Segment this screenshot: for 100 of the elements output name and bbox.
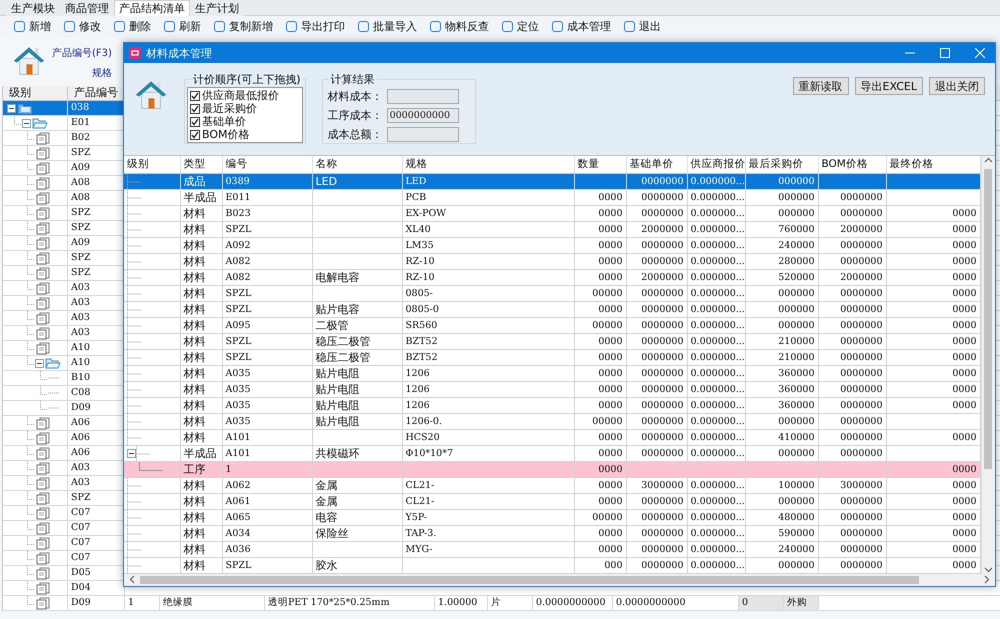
table-cell: CL21- (402, 493, 574, 509)
tree-line (127, 238, 141, 252)
toolbar-button[interactable]: 导出打印 (286, 19, 345, 34)
table-row[interactable]: 半成品 A101 共模磁环 Φ10*10*7 0000 0000000 0.000000... 000000 0000000 (124, 445, 980, 461)
table-row[interactable]: 材料 A061 金属 CL21- 0000 0000000 0.000000... 000000 0000000 0000 (124, 493, 980, 509)
toolbar-button[interactable]: 定位 (502, 19, 539, 34)
table-row[interactable]: 材料 A035 贴片电阻 1206 0000 0000000 0.000000... 360000 0000000 0000 (124, 381, 980, 397)
table-row[interactable]: 材料 SPZL 贴片电容 0805-0 0000 0000000 0.000000... 000000 0000000 0000 (124, 301, 980, 317)
table-row[interactable]: 材料 A062 金属 CL21- 0000 3000000 0.000000... 100000 3000000 0000 (124, 477, 980, 493)
checkbox[interactable] (190, 104, 200, 114)
table-cell: 0.000000... (687, 349, 745, 365)
table-cell: 材料 (180, 285, 222, 301)
table-cell: 0.000000... (687, 173, 745, 189)
toolbar-button[interactable]: 复制新增 (214, 19, 273, 34)
toolbar-button[interactable]: 新增 (14, 19, 51, 34)
toolbar-button[interactable]: 物料反查 (430, 19, 489, 34)
checkbox[interactable] (190, 130, 200, 140)
table-cell: 0000 (886, 397, 980, 413)
tree-line (27, 566, 34, 575)
table-cell: SR560 (402, 317, 574, 333)
tree-line (127, 542, 141, 556)
table-cell: 材料 (180, 317, 222, 333)
scroll-thumb[interactable] (984, 169, 992, 469)
table-cell: SPZL (222, 557, 312, 573)
toolbar-button[interactable]: 批量导入 (358, 19, 417, 34)
table-cell: 0000 (574, 221, 626, 237)
table-cell: 半成品 (180, 189, 222, 205)
collapse-icon[interactable] (7, 104, 16, 112)
table-row[interactable]: 材料 A035 贴片电阻 1206 0000 0000000 0.000000... 360000 0000000 0000 (124, 397, 980, 413)
table-cell: 590000 (745, 525, 818, 541)
table-row[interactable]: 材料 A101 HCS20 0000 0000000 0.000000... 410000 0000000 0000 (124, 429, 980, 445)
table-row[interactable]: 半成品 E011 PCB 0000 0000000 0.000000... 000000 0000000 (124, 189, 980, 205)
tree-line (127, 302, 141, 316)
table-row[interactable]: 材料 SPZL 稳压二极管 BZT52 0000 0000000 0.000000... 210000 0000000 0000 (124, 333, 980, 349)
table-cell: 0000 (574, 237, 626, 253)
table-row[interactable]: 材料 A065 电容 Y5P- 00000 0000000 0.000000... 480000 0000000 0000 (124, 509, 980, 525)
table-row[interactable]: 成品 0389 LED LED 0000000 0.000000... 000000 (124, 173, 980, 189)
scrollbar[interactable] (980, 156, 995, 574)
table-cell: 0000 (886, 237, 980, 253)
collapse-icon[interactable] (35, 358, 44, 368)
input-field[interactable]: 0000000000 (386, 108, 459, 123)
scroll-down-icon[interactable] (984, 564, 993, 574)
table-cell: 材料 (180, 429, 222, 445)
tree-line (27, 341, 34, 350)
table-cell: 0000 (574, 541, 626, 557)
collapse-icon[interactable] (127, 448, 136, 458)
table-cell: 0000 (574, 205, 626, 221)
tree-row[interactable]: D09 1 绝缘膜 透明PET 170*25*0.25mm 1.00000 片 0.0000000000 0.0000000000 0 外购 (3, 596, 1000, 611)
dialog-button[interactable]: 导出EXCEL (854, 77, 923, 95)
table-row[interactable]: 材料 A034 保险丝 TAP-3. 0000 0000000 0.000000... 590000 0000000 0000 (124, 525, 980, 541)
scroll-thumb[interactable] (140, 576, 919, 584)
table-row[interactable]: 材料 A035 贴片电阻 1206-0. 00000 0000000 0.000000... 000000 0000000 (124, 413, 980, 429)
scrollbar[interactable] (124, 574, 995, 586)
toolbar-button[interactable]: 成本管理 (552, 19, 611, 34)
table-row[interactable]: 材料 B023 EX-POW 0000 0000000 0.000000... 000000 0000000 0000 (124, 205, 980, 221)
table-cell: 透明PET 170*25*0.25mm (265, 596, 435, 610)
table-row[interactable]: 材料 A035 贴片电阻 1206 0000 0000000 0.000000... 360000 0000000 0000 (124, 365, 980, 381)
table-cell (818, 461, 886, 477)
toolbar-button[interactable]: 修改 (64, 19, 101, 34)
table-row[interactable]: 材料 SPZL 胶水 000 0000000 0.000000... 000000 0000000 0000 (124, 557, 980, 573)
table-row[interactable]: 材料 A082 电解电容 RZ-10 0000 2000000 0.000000... 520000 2000000 0000 (124, 269, 980, 285)
tree-line (27, 491, 34, 500)
table-cell: 0000 (886, 541, 980, 557)
table-cell: 0.000000... (687, 317, 745, 333)
table-cell: RZ-10 (402, 253, 574, 269)
scroll-up-icon[interactable] (984, 156, 993, 165)
toolbar-button[interactable]: 删除 (114, 19, 151, 34)
table-cell: 工序 (180, 461, 222, 477)
table-cell: 1206 (402, 381, 574, 397)
tab[interactable]: 生产计划 (190, 0, 244, 16)
tab[interactable]: 生产模块 (6, 0, 60, 16)
checkbox[interactable] (190, 90, 200, 100)
table-row[interactable]: 材料 SPZL 稳压二极管 BZT52 0000 0000000 0.000000... 210000 0000000 0000 (124, 349, 980, 365)
table-row[interactable]: 材料 A092 LM35 0000 0000000 0.000000... 240000 0000000 0000 (124, 237, 980, 253)
toolbar-button[interactable]: 刷新 (164, 19, 201, 34)
table-cell: 材料 (180, 541, 222, 557)
input-field[interactable] (386, 127, 459, 142)
table-row[interactable]: 材料 A095 二极管 SR560 00000 0000000 0.000000... 000000 0000000 0000 (124, 317, 980, 333)
table-row[interactable]: 材料 SPZL 0805- 00000 0000000 0.000000... 000000 0000000 0000 (124, 285, 980, 301)
table-row[interactable]: 材料 A082 RZ-10 0000 0000000 0.000000... 280000 0000000 0000 (124, 253, 980, 269)
open-folder-icon (32, 116, 48, 130)
collapse-icon[interactable] (22, 118, 31, 128)
scroll-left-icon[interactable] (128, 575, 136, 584)
dialog-button[interactable]: 重新读取 (792, 77, 849, 95)
table-row[interactable]: 材料 A036 MYG- 0000 0000000 0.000000... 240000 0000000 0000 (124, 541, 980, 557)
table-row[interactable]: 材料 SPZL XL40 0000 2000000 0.000000... 760000 2000000 0000 (124, 221, 980, 237)
toolbar-button[interactable]: 退出 (624, 19, 661, 34)
tab[interactable]: 商品管理 (60, 0, 114, 16)
table-cell: 0000 (886, 285, 980, 301)
tree-line (27, 446, 34, 455)
table-cell: 共模磁环 (312, 445, 402, 461)
table-cell: 胶水 (312, 557, 402, 573)
field-label: 成本总额： (328, 127, 383, 142)
input-field[interactable] (386, 89, 459, 104)
dialog-button[interactable]: 退出关闭 (929, 77, 985, 95)
table-row[interactable]: 工序 1 0000 0000 (124, 461, 980, 477)
table-cell: 0000 (574, 445, 626, 461)
tab[interactable]: 产品结构清单 (114, 0, 190, 16)
scroll-right-icon[interactable] (983, 575, 991, 584)
checkbox[interactable] (190, 116, 200, 126)
